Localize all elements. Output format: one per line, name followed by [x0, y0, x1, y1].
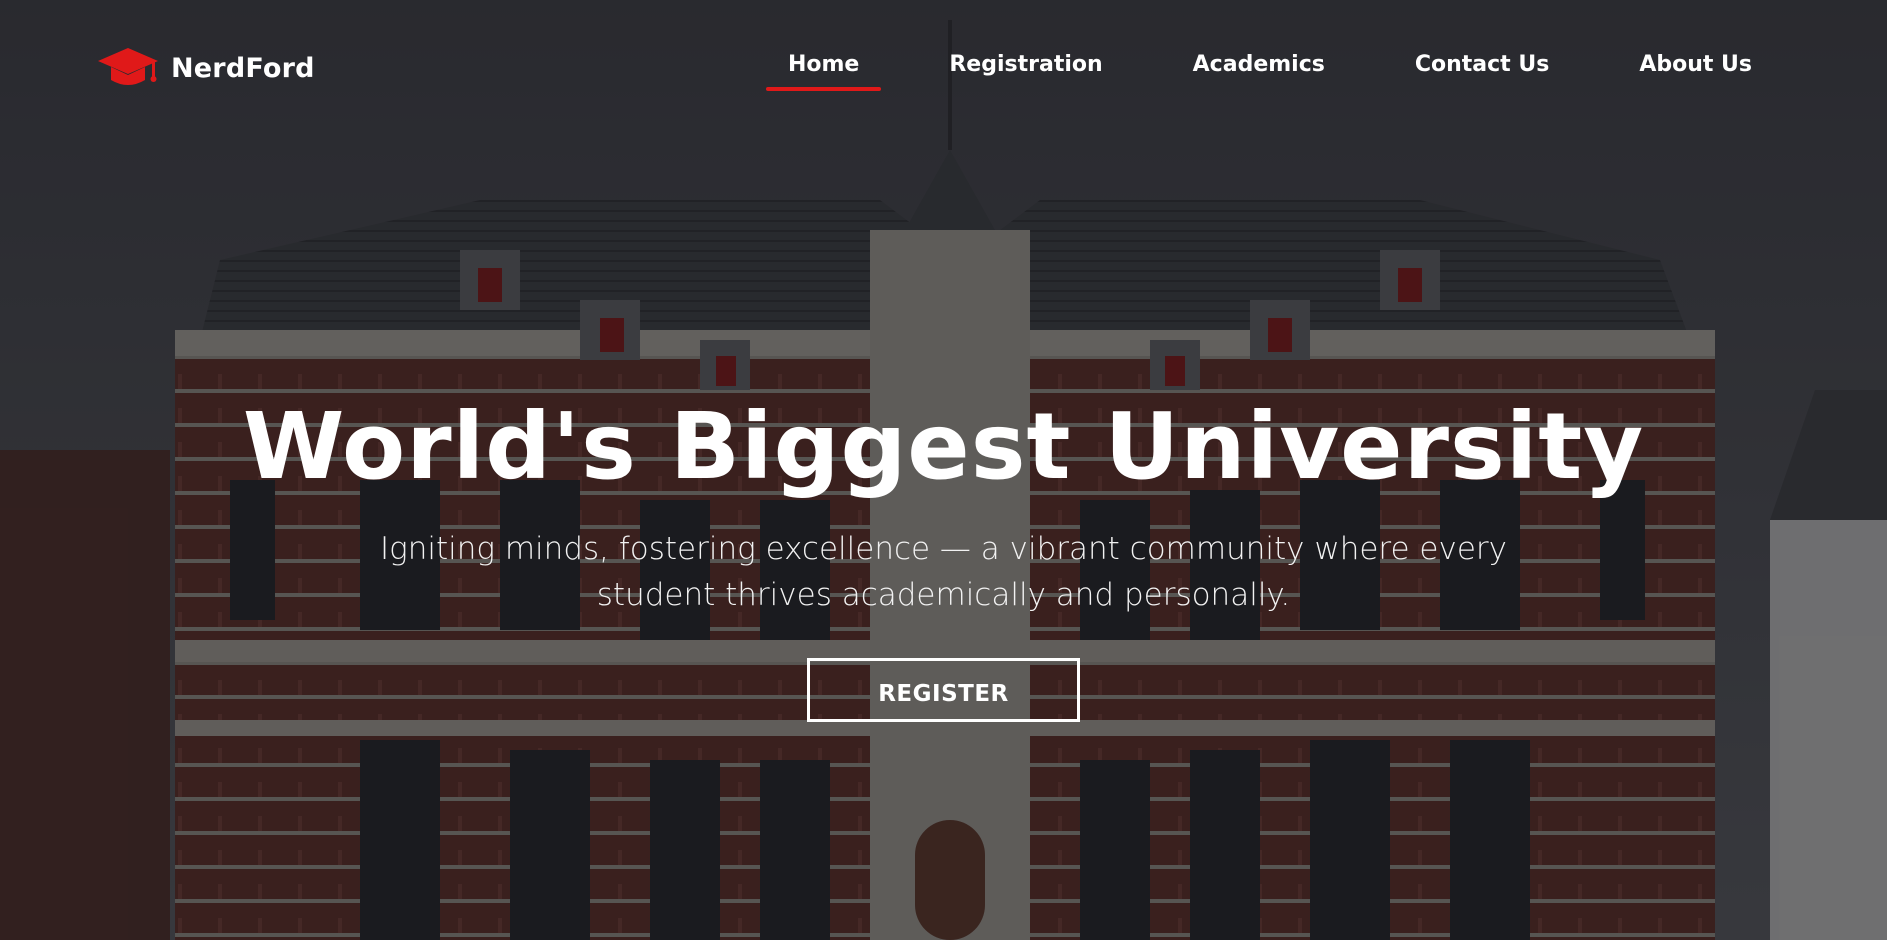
nav-item-academics[interactable]: Academics — [1171, 52, 1347, 77]
main-nav: Home Registration Academics Contact Us A… — [765, 52, 1774, 91]
nav-item-about-us[interactable]: About Us — [1617, 52, 1774, 77]
hero-headline: World's Biggest University — [242, 393, 1645, 500]
nav-item-contact-us[interactable]: Contact Us — [1393, 52, 1571, 77]
graduation-cap-icon — [98, 48, 158, 85]
nav-item-registration[interactable]: Registration — [927, 52, 1124, 77]
brand-name: NerdFord — [171, 52, 315, 84]
navbar: NerdFord Home Registration Academics Con… — [0, 0, 1887, 140]
register-button[interactable]: REGISTER — [807, 658, 1080, 722]
brand-logo[interactable]: NerdFord — [97, 46, 315, 90]
hero-subtitle: Igniting minds, fostering excellence — a… — [379, 531, 1507, 613]
nav-item-home[interactable]: Home — [765, 52, 882, 91]
hero-content: World's Biggest University Igniting mind… — [0, 392, 1887, 722]
